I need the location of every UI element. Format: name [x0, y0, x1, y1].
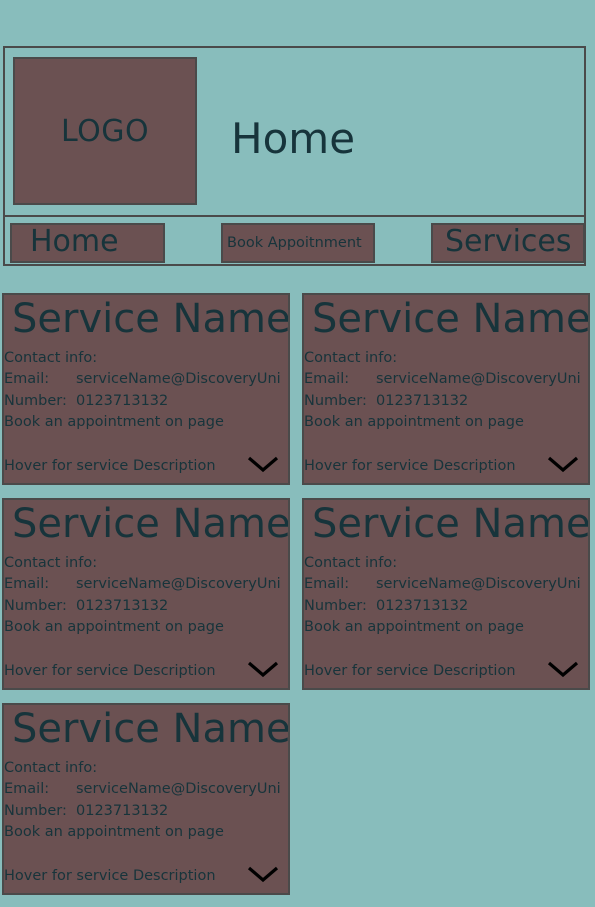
number-row: Number: 0123713132 — [4, 802, 168, 820]
hover-description-text: Hover for service Description — [4, 868, 216, 884]
service-name: Service Name — [312, 501, 590, 547]
email-row: Email: serviceName@DiscoveryUni — [304, 370, 581, 388]
email-key: Email: — [4, 781, 50, 797]
number-row: Number: 0123713132 — [4, 597, 168, 615]
logo[interactable]: LOGO — [13, 57, 197, 205]
number-key: Number: — [304, 393, 367, 409]
hover-description-text: Hover for service Description — [304, 458, 516, 474]
number-row: Number: 0123713132 — [304, 597, 468, 615]
service-card[interactable]: Service Name Contact info: Email: service… — [302, 293, 590, 485]
contact-info-label: Contact info: — [4, 760, 98, 776]
number-value: 0123713132 — [76, 598, 169, 614]
nav-services-button[interactable]: Services — [431, 223, 585, 263]
nav-book-appointment-button[interactable]: Book Appoitnment — [221, 223, 375, 263]
email-row: Email: serviceName@DiscoveryUni — [4, 575, 281, 593]
nav-home-button[interactable]: Home — [10, 223, 165, 263]
hover-description-text: Hover for service Description — [4, 663, 216, 679]
chevron-down-icon[interactable] — [246, 863, 280, 885]
email-value[interactable]: serviceName@DiscoveryUni — [376, 576, 581, 592]
number-value: 0123713132 — [76, 393, 169, 409]
email-key: Email: — [304, 576, 350, 592]
book-appointment-text[interactable]: Book an appointment on page — [304, 618, 524, 636]
email-value[interactable]: serviceName@DiscoveryUni — [76, 781, 281, 797]
chevron-down-icon[interactable] — [546, 658, 580, 680]
number-key: Number: — [304, 598, 367, 614]
number-row: Number: 0123713132 — [304, 392, 468, 410]
service-card[interactable]: Service Name Contact info: Email: service… — [2, 293, 290, 485]
book-appointment-text[interactable]: Book an appointment on page — [4, 413, 224, 431]
email-row: Email: serviceName@DiscoveryUni — [304, 575, 581, 593]
email-row: Email: serviceName@DiscoveryUni — [4, 370, 281, 388]
email-value[interactable]: serviceName@DiscoveryUni — [76, 371, 281, 387]
service-name: Service Name — [12, 706, 290, 752]
email-key: Email: — [4, 576, 50, 592]
email-value[interactable]: serviceName@DiscoveryUni — [76, 576, 281, 592]
contact-info-label: Contact info: — [4, 350, 98, 366]
chevron-down-icon[interactable] — [246, 658, 280, 680]
service-card[interactable]: Service Name Contact info: Email: service… — [2, 703, 290, 895]
logo-text: LOGO — [60, 113, 150, 149]
email-key: Email: — [304, 371, 350, 387]
number-value: 0123713132 — [76, 803, 169, 819]
service-card[interactable]: Service Name Contact info: Email: service… — [302, 498, 590, 690]
service-name: Service Name — [12, 296, 290, 342]
book-appointment-text[interactable]: Book an appointment on page — [4, 618, 224, 636]
chevron-down-icon[interactable] — [546, 453, 580, 475]
contact-info-label: Contact info: — [304, 555, 398, 571]
book-appointment-text[interactable]: Book an appointment on page — [4, 823, 224, 841]
service-card[interactable]: Service Name Contact info: Email: service… — [2, 498, 290, 690]
book-appointment-text[interactable]: Book an appointment on page — [304, 413, 524, 431]
email-row: Email: serviceName@DiscoveryUni — [4, 780, 281, 798]
hover-description-text: Hover for service Description — [4, 458, 216, 474]
nav-divider — [5, 215, 584, 217]
page-title: Home — [231, 114, 356, 163]
header: LOGO Home Home Book Appoitnment Services — [3, 46, 586, 266]
contact-info-label: Contact info: — [4, 555, 98, 571]
email-key: Email: — [4, 371, 50, 387]
number-key: Number: — [4, 598, 67, 614]
service-name: Service Name — [12, 501, 290, 547]
number-key: Number: — [4, 803, 67, 819]
contact-info-label: Contact info: — [304, 350, 398, 366]
chevron-down-icon[interactable] — [246, 453, 280, 475]
number-row: Number: 0123713132 — [4, 392, 168, 410]
number-value: 0123713132 — [376, 598, 469, 614]
hover-description-text: Hover for service Description — [304, 663, 516, 679]
number-value: 0123713132 — [376, 393, 469, 409]
email-value[interactable]: serviceName@DiscoveryUni — [376, 371, 581, 387]
number-key: Number: — [4, 393, 67, 409]
service-name: Service Name — [312, 296, 590, 342]
